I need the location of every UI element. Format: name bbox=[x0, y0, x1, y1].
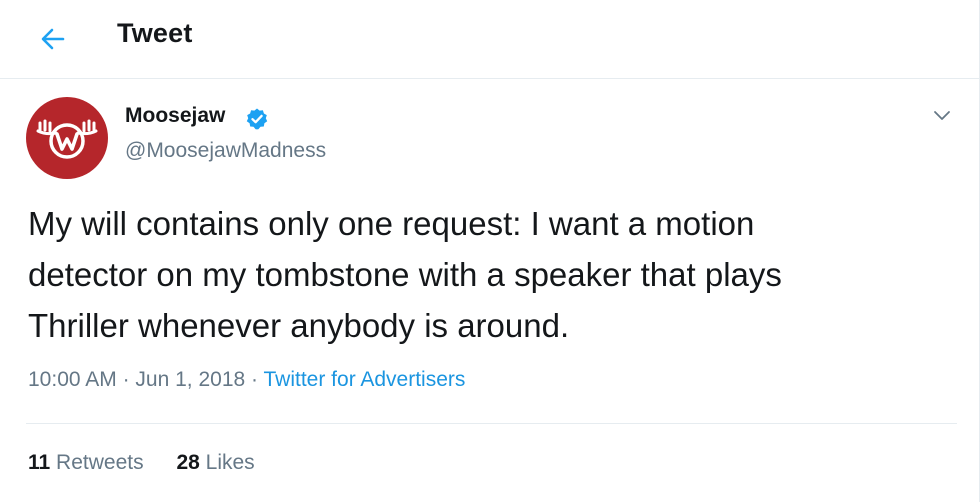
moose-w-logo bbox=[26, 97, 108, 179]
author-handle[interactable]: @MoosejawMadness bbox=[125, 139, 326, 163]
avatar[interactable] bbox=[26, 97, 108, 179]
chevron-down-icon bbox=[934, 111, 950, 120]
tweet-metadata: 10:00 AM · Jun 1, 2018 · Twitter for Adv… bbox=[28, 368, 465, 392]
page-title: Tweet bbox=[117, 18, 193, 48]
divider bbox=[26, 423, 957, 424]
retweets-count: 11 bbox=[28, 451, 51, 474]
author-name[interactable]: Moosejaw bbox=[125, 104, 225, 128]
retweets-stat[interactable]: 11 Retweets bbox=[28, 451, 144, 475]
tweet-page: Tweet Moosejaw @MoosejawMadness My will … bbox=[0, 0, 980, 502]
arrow-left-icon bbox=[41, 28, 65, 50]
verified-badge-icon bbox=[245, 107, 269, 131]
back-button[interactable] bbox=[36, 22, 70, 56]
tweet-menu-button[interactable] bbox=[931, 104, 953, 126]
tweet-time[interactable]: 10:00 AM bbox=[28, 368, 117, 391]
meta-separator: · bbox=[251, 368, 259, 391]
tweet-text: My will contains only one request: I wan… bbox=[28, 205, 782, 344]
retweets-label: Retweets bbox=[56, 451, 144, 474]
tweet-stats: 11 Retweets 28 Likes bbox=[28, 451, 255, 475]
meta-separator: · bbox=[122, 368, 130, 391]
top-bar: Tweet bbox=[0, 0, 980, 79]
likes-stat[interactable]: 28 Likes bbox=[176, 451, 254, 475]
tweet-source-link[interactable]: Twitter for Advertisers bbox=[264, 368, 466, 391]
likes-label: Likes bbox=[205, 451, 255, 474]
likes-count: 28 bbox=[176, 451, 200, 474]
tweet-date[interactable]: Jun 1, 2018 bbox=[135, 368, 245, 391]
